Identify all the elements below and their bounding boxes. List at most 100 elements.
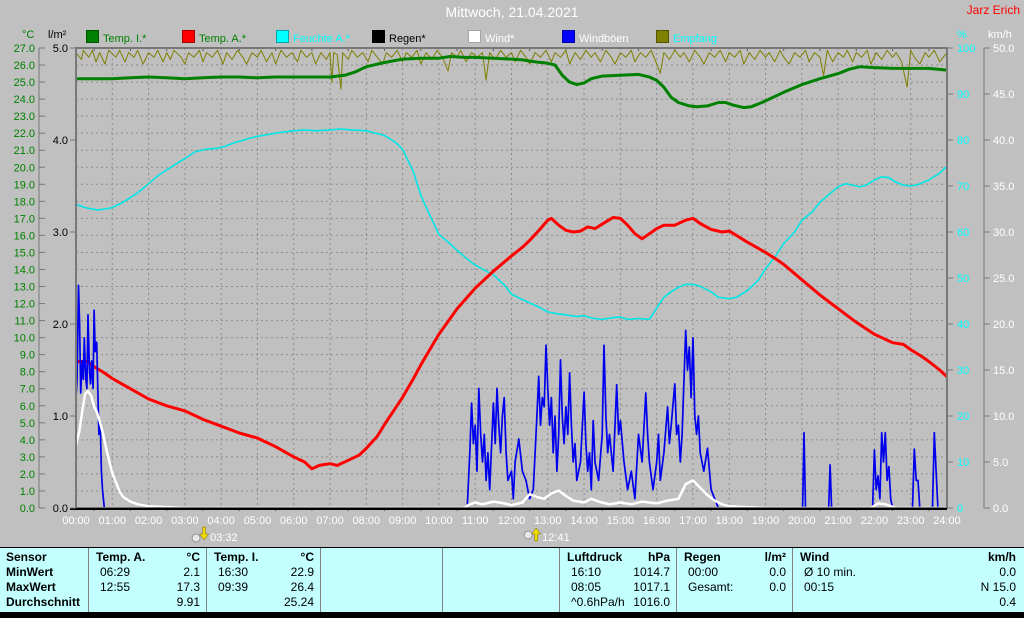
legend-label: Regen* xyxy=(389,33,426,45)
svg-text:50: 50 xyxy=(957,273,969,285)
user-name: Jarz Erich xyxy=(966,3,1020,17)
table-column-temp-i-: Temp. I. °C 16:30 22.9 09:39 26.4 25.24 xyxy=(206,550,320,610)
svg-text:2.0: 2.0 xyxy=(20,469,35,481)
cell-value: 0.0 xyxy=(999,565,1016,579)
svg-text:27.0: 27.0 xyxy=(14,43,35,55)
svg-text:24.0: 24.0 xyxy=(14,94,35,106)
table-separator xyxy=(442,548,443,613)
svg-text:24:00: 24:00 xyxy=(933,515,961,527)
unit-percent-label: % xyxy=(957,29,967,41)
table-row-label: MinWert xyxy=(6,565,54,579)
svg-text:12.0: 12.0 xyxy=(14,299,35,311)
cell-value: 1016.0 xyxy=(633,595,670,609)
svg-text:20: 20 xyxy=(957,411,969,423)
cell-time: ^0.6hPa/h xyxy=(571,595,625,609)
column-unit: l/m² xyxy=(764,550,786,564)
svg-text:50.0: 50.0 xyxy=(993,43,1014,55)
column-title: Regen xyxy=(684,550,721,564)
svg-text:5.0: 5.0 xyxy=(53,43,68,55)
column-title: Temp. I. xyxy=(214,550,259,564)
cell-time: Gesamt: xyxy=(688,580,734,594)
svg-text:4.0: 4.0 xyxy=(20,435,35,447)
axis-liters: 0.0 1.0 2.0 3.0 4.0 5.0 xyxy=(53,43,76,515)
legend-item-4: Regen* xyxy=(372,30,426,45)
svg-text:13.0: 13.0 xyxy=(14,282,35,294)
legend-item-2: Temp. A.* xyxy=(182,30,246,45)
svg-text:5.0: 5.0 xyxy=(20,418,35,430)
svg-text:00:00: 00:00 xyxy=(62,515,90,527)
column-title: Wind xyxy=(800,550,830,564)
svg-text:19:00: 19:00 xyxy=(752,515,780,527)
svg-text:20.0: 20.0 xyxy=(993,319,1014,331)
cell-time: 08:05 xyxy=(571,580,602,594)
svg-text:5.0: 5.0 xyxy=(993,457,1008,469)
unit-liters-label: l/m² xyxy=(48,29,67,41)
cell-value: 1014.7 xyxy=(633,565,670,579)
svg-text:100: 100 xyxy=(957,43,975,55)
cell-time: 16:10 xyxy=(571,565,602,579)
svg-text:10: 10 xyxy=(957,457,969,469)
svg-text:19.0: 19.0 xyxy=(14,179,35,191)
cell-value: 25.24 xyxy=(283,595,314,609)
svg-text:10.0: 10.0 xyxy=(993,411,1014,423)
axis-time: 00:00 01:00 02:00 03:00 04:00 05:00 06:00 07:00… xyxy=(62,515,961,527)
legend-item-1: Temp. I.* xyxy=(86,30,146,45)
table-column-luftdruck: Luftdruck hPa 16:10 1014.7 08:05 1017.1 ^0.6hP… xyxy=(559,550,676,610)
svg-text:10.0: 10.0 xyxy=(14,333,35,345)
svg-text:26.0: 26.0 xyxy=(14,60,35,72)
svg-text:3.0: 3.0 xyxy=(53,227,68,239)
stats-table: Sensor MinWert MaxWert Durchschnitt Temp. A.… xyxy=(0,547,1024,613)
cell-time: Ø 10 min. xyxy=(804,565,857,579)
svg-text:45.0: 45.0 xyxy=(993,89,1014,101)
svg-text:60: 60 xyxy=(957,227,969,239)
column-unit: °C xyxy=(300,550,314,564)
svg-text:1.0: 1.0 xyxy=(53,411,68,423)
cell-time: 06:29 xyxy=(100,565,131,579)
axis-celsius: 0.0 1.0 2.0 3.0 4.0 5.0 6.0 7.0 8.0 9.0 10.0 11.0 12… xyxy=(14,43,45,515)
legend-item-5: Wind* xyxy=(468,30,514,45)
svg-text:30.0: 30.0 xyxy=(993,227,1014,239)
table-column-temp-a-: Temp. A. °C 06:29 2.1 12:55 17.3 9.91 xyxy=(88,550,206,610)
svg-text:15:00: 15:00 xyxy=(607,515,635,527)
svg-text:0: 0 xyxy=(957,503,963,515)
svg-text:0.0: 0.0 xyxy=(20,503,35,515)
svg-text:0.0: 0.0 xyxy=(993,503,1008,515)
svg-text:11.0: 11.0 xyxy=(14,316,35,328)
cell-value: 22.9 xyxy=(290,565,314,579)
unit-kmh-label: km/h xyxy=(988,29,1012,41)
svg-text:20.0: 20.0 xyxy=(14,162,35,174)
svg-text:9.0: 9.0 xyxy=(20,350,35,362)
page-title: Mittwoch, 21.04.2021 xyxy=(445,4,579,20)
legend-swatch xyxy=(86,30,99,43)
legend-swatch xyxy=(562,30,575,43)
svg-text:25.0: 25.0 xyxy=(993,273,1014,285)
svg-text:4.0: 4.0 xyxy=(53,135,68,147)
column-title: Luftdruck xyxy=(567,550,623,564)
svg-text:16.0: 16.0 xyxy=(14,230,35,242)
cell-value: 26.4 xyxy=(290,580,314,594)
cell-value: 0.0 xyxy=(769,580,786,594)
cell-value: 2.1 xyxy=(183,565,200,579)
weather-chart: 0.0 1.0 2.0 3.0 4.0 5.0 6.0 7.0 8.0 9.0 10.0 11.0 12… xyxy=(14,43,1015,544)
cell-time: 00:15 xyxy=(804,580,835,594)
cell-value: 1017.1 xyxy=(633,580,670,594)
legend-label: Temp. I.* xyxy=(103,33,147,45)
unit-celsius-label: °C xyxy=(22,29,35,41)
svg-text:12:41: 12:41 xyxy=(542,532,570,544)
legend-item-7: Empfang xyxy=(656,30,717,45)
legend-swatch xyxy=(182,30,195,43)
svg-text:03:32: 03:32 xyxy=(210,532,238,544)
svg-text:70: 70 xyxy=(957,181,969,193)
cell-value: N 15.0 xyxy=(980,580,1016,594)
astro-marker-moon-rise: 12:41 xyxy=(523,527,570,544)
svg-text:2.0: 2.0 xyxy=(53,319,68,331)
cell-value: 0.0 xyxy=(769,565,786,579)
svg-text:3.0: 3.0 xyxy=(20,452,35,464)
svg-text:20:00: 20:00 xyxy=(788,515,816,527)
svg-text:7.0: 7.0 xyxy=(20,384,35,396)
svg-text:09:00: 09:00 xyxy=(389,515,417,527)
axis-kmh: 0.0 5.0 10.0 15.0 20.0 25.0 30.0 35.0 40.0 45.0 50… xyxy=(983,43,1014,515)
cell-time: 09:39 xyxy=(218,580,249,594)
svg-text:8.0: 8.0 xyxy=(20,367,35,379)
cell-value: 0.4 xyxy=(999,595,1016,609)
